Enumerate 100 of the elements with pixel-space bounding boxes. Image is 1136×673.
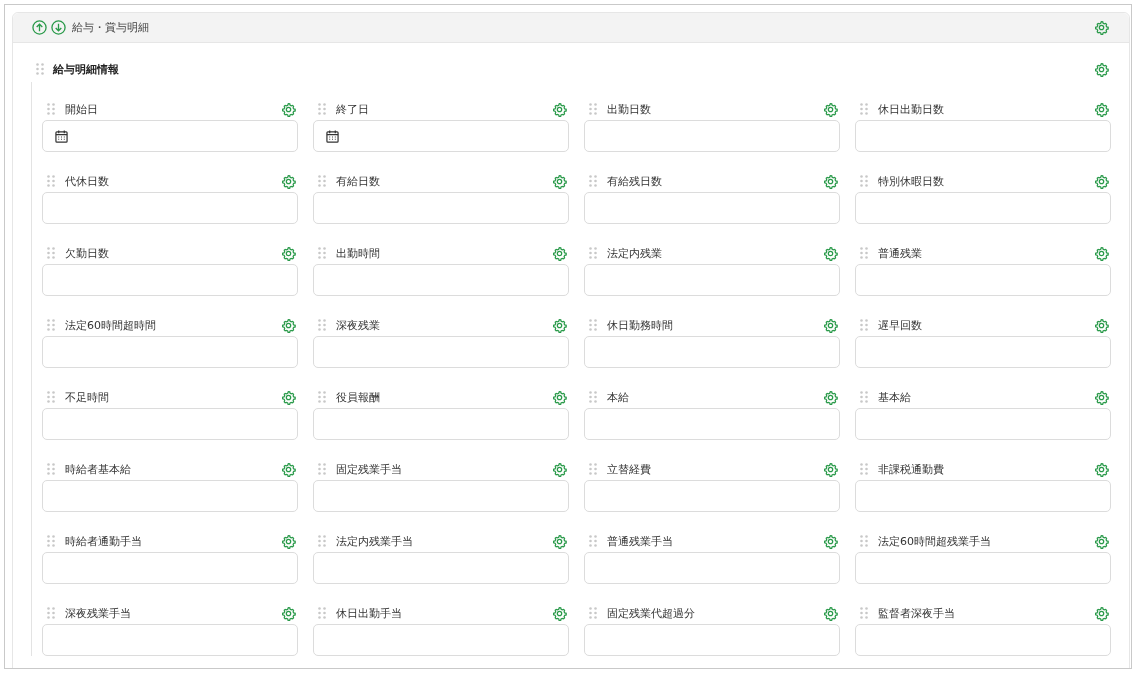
drag-handle-icon[interactable]: [47, 607, 55, 619]
input-field[interactable]: [42, 552, 298, 584]
input-field[interactable]: [313, 192, 569, 224]
settings-icon[interactable]: [281, 533, 296, 549]
settings-icon[interactable]: [281, 245, 296, 261]
input-field[interactable]: [584, 480, 840, 512]
input-field[interactable]: [855, 192, 1111, 224]
settings-icon[interactable]: [823, 101, 838, 117]
drag-handle-icon[interactable]: [589, 391, 597, 403]
input-field[interactable]: [42, 336, 298, 368]
settings-icon[interactable]: [281, 389, 296, 405]
input-field[interactable]: [584, 264, 840, 296]
drag-handle-icon[interactable]: [318, 175, 326, 187]
drag-handle-icon[interactable]: [860, 607, 868, 619]
input-field[interactable]: [313, 480, 569, 512]
settings-icon[interactable]: [552, 533, 567, 549]
settings-icon[interactable]: [1094, 605, 1109, 621]
drag-handle-icon[interactable]: [589, 607, 597, 619]
drag-handle-icon[interactable]: [860, 103, 868, 115]
drag-handle-icon[interactable]: [589, 175, 597, 187]
drag-handle-icon[interactable]: [318, 319, 326, 331]
settings-icon[interactable]: [1094, 389, 1109, 405]
input-field[interactable]: [42, 192, 298, 224]
input-field[interactable]: [42, 624, 298, 656]
date-field[interactable]: [313, 120, 569, 152]
input-field[interactable]: [313, 552, 569, 584]
drag-handle-icon[interactable]: [318, 103, 326, 115]
drag-handle-icon[interactable]: [47, 463, 55, 475]
drag-handle-icon[interactable]: [589, 247, 597, 259]
settings-icon[interactable]: [1094, 317, 1109, 333]
drag-handle-icon[interactable]: [589, 535, 597, 547]
drag-handle-icon[interactable]: [47, 247, 55, 259]
input-field[interactable]: [584, 120, 840, 152]
input-field[interactable]: [855, 264, 1111, 296]
input-field[interactable]: [584, 192, 840, 224]
date-field[interactable]: [42, 120, 298, 152]
settings-icon[interactable]: [552, 101, 567, 117]
drag-handle-icon[interactable]: [589, 103, 597, 115]
drag-handle-icon[interactable]: [318, 391, 326, 403]
input-field[interactable]: [313, 336, 569, 368]
drag-handle-icon[interactable]: [589, 319, 597, 331]
settings-icon[interactable]: [1094, 20, 1109, 35]
settings-icon[interactable]: [1094, 61, 1109, 77]
settings-icon[interactable]: [823, 317, 838, 333]
calendar-icon[interactable]: [55, 129, 68, 143]
input-field[interactable]: [855, 624, 1111, 656]
drag-handle-icon[interactable]: [860, 535, 868, 547]
input-field[interactable]: [42, 264, 298, 296]
drag-handle-icon[interactable]: [47, 535, 55, 547]
settings-icon[interactable]: [1094, 245, 1109, 261]
drag-handle-icon[interactable]: [318, 535, 326, 547]
settings-icon[interactable]: [281, 101, 296, 117]
settings-icon[interactable]: [552, 605, 567, 621]
drag-handle-icon[interactable]: [589, 463, 597, 475]
input-field[interactable]: [313, 264, 569, 296]
drag-handle-icon[interactable]: [47, 319, 55, 331]
input-field[interactable]: [42, 408, 298, 440]
drag-handle-icon[interactable]: [318, 463, 326, 475]
settings-icon[interactable]: [823, 533, 838, 549]
settings-icon[interactable]: [823, 173, 838, 189]
settings-icon[interactable]: [1094, 173, 1109, 189]
settings-icon[interactable]: [1094, 461, 1109, 477]
settings-icon[interactable]: [281, 317, 296, 333]
drag-handle-icon[interactable]: [318, 607, 326, 619]
input-field[interactable]: [313, 624, 569, 656]
drag-handle-icon[interactable]: [47, 103, 55, 115]
settings-icon[interactable]: [281, 461, 296, 477]
calendar-icon[interactable]: [326, 129, 339, 143]
input-field[interactable]: [855, 336, 1111, 368]
drag-handle-icon[interactable]: [36, 63, 44, 75]
input-field[interactable]: [584, 408, 840, 440]
settings-icon[interactable]: [823, 245, 838, 261]
drag-handle-icon[interactable]: [47, 391, 55, 403]
settings-icon[interactable]: [1094, 101, 1109, 117]
settings-icon[interactable]: [1094, 533, 1109, 549]
settings-icon[interactable]: [552, 317, 567, 333]
settings-icon[interactable]: [552, 389, 567, 405]
settings-icon[interactable]: [281, 173, 296, 189]
input-field[interactable]: [584, 624, 840, 656]
settings-icon[interactable]: [552, 245, 567, 261]
input-field[interactable]: [855, 552, 1111, 584]
settings-icon[interactable]: [823, 605, 838, 621]
drag-handle-icon[interactable]: [47, 175, 55, 187]
input-field[interactable]: [584, 336, 840, 368]
input-field[interactable]: [855, 120, 1111, 152]
drag-handle-icon[interactable]: [860, 175, 868, 187]
settings-icon[interactable]: [823, 389, 838, 405]
drag-handle-icon[interactable]: [860, 247, 868, 259]
input-field[interactable]: [42, 480, 298, 512]
drag-handle-icon[interactable]: [860, 391, 868, 403]
settings-icon[interactable]: [823, 461, 838, 477]
settings-icon[interactable]: [281, 605, 296, 621]
drag-handle-icon[interactable]: [318, 247, 326, 259]
input-field[interactable]: [584, 552, 840, 584]
drag-handle-icon[interactable]: [860, 463, 868, 475]
input-field[interactable]: [313, 408, 569, 440]
drag-handle-icon[interactable]: [860, 319, 868, 331]
settings-icon[interactable]: [552, 461, 567, 477]
input-field[interactable]: [855, 480, 1111, 512]
settings-icon[interactable]: [552, 173, 567, 189]
